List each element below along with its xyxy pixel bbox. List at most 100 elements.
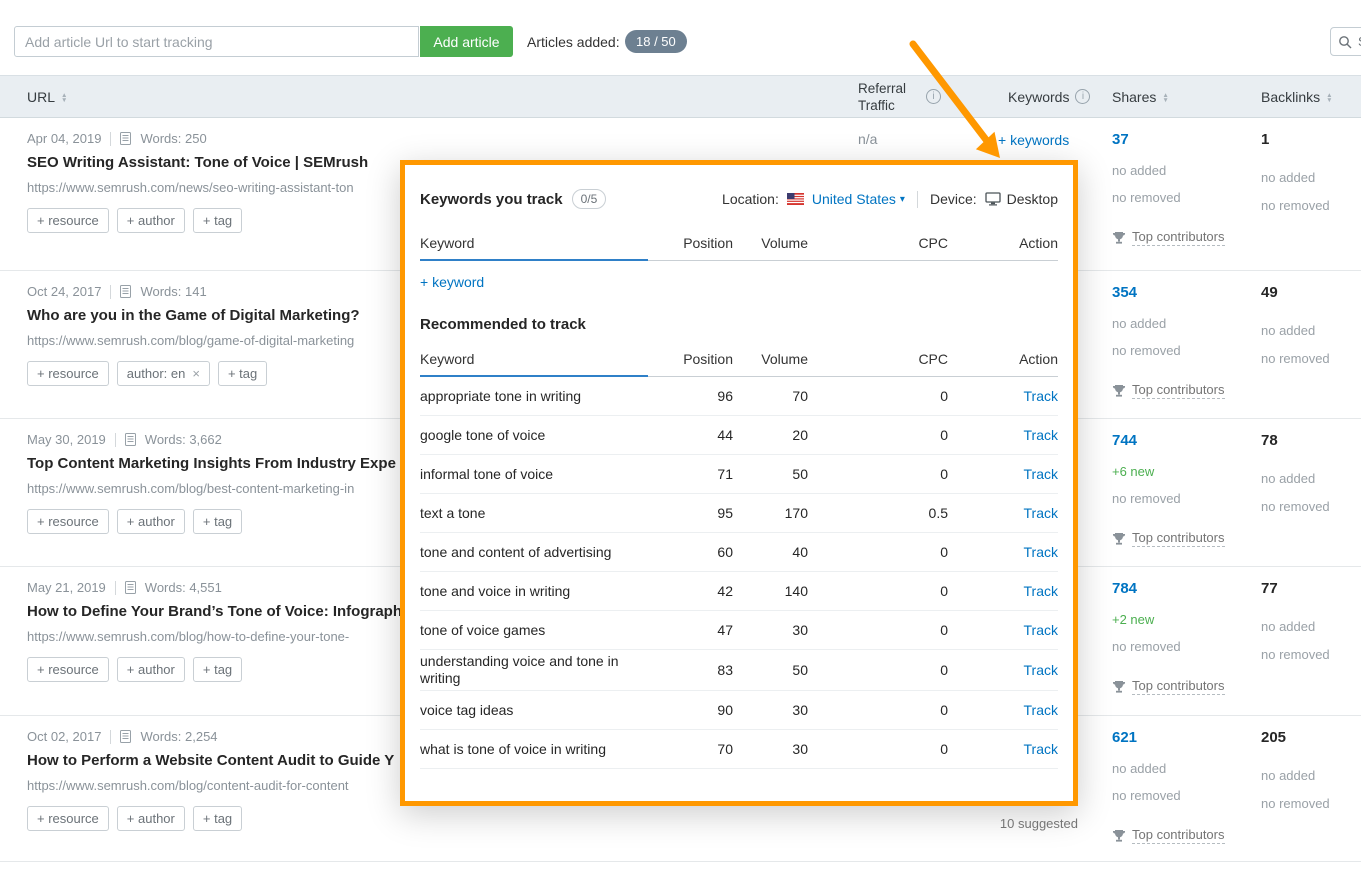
- track-button[interactable]: Track: [948, 427, 1058, 443]
- add-resource-chip[interactable]: + resource: [27, 361, 109, 386]
- add-author-chip[interactable]: + author: [117, 509, 185, 534]
- backlinks-added: no added: [1261, 170, 1315, 185]
- keyword-row: tone of voice games 47 30 0 Track: [420, 611, 1058, 650]
- keyword-cpc: 0: [808, 388, 948, 404]
- top-contributors-link[interactable]: Top contributors: [1112, 827, 1225, 844]
- add-tag-chip[interactable]: + tag: [193, 509, 242, 534]
- shares-count[interactable]: 37: [1112, 131, 1129, 148]
- shares-cell: 621 no added no removed Top contributors: [1112, 716, 1262, 861]
- col-keyword: Keyword: [420, 235, 658, 251]
- add-resource-chip[interactable]: + resource: [27, 208, 109, 233]
- add-resource-chip[interactable]: + resource: [27, 657, 109, 682]
- col-volume: Volume: [733, 351, 808, 367]
- top-contributors-label: Top contributors: [1132, 229, 1225, 246]
- article-words: Words: 2,254: [140, 729, 217, 744]
- track-button[interactable]: Track: [948, 544, 1058, 560]
- article-url: https://www.semrush.com/blog/game-of-dig…: [27, 333, 354, 348]
- add-tag-chip[interactable]: + tag: [218, 361, 267, 386]
- top-contributors-link[interactable]: Top contributors: [1112, 229, 1225, 246]
- column-header-referral-traffic: Referral Traffic: [858, 76, 941, 117]
- track-button[interactable]: Track: [948, 622, 1058, 638]
- backlinks-cell: 49 no added no removed: [1261, 271, 1361, 418]
- add-author-chip[interactable]: + author: [117, 806, 185, 831]
- keyword-position: 70: [658, 741, 733, 757]
- col-volume: Volume: [733, 235, 808, 251]
- shares-count[interactable]: 784: [1112, 580, 1137, 597]
- search-input[interactable]: S: [1330, 27, 1361, 56]
- remove-author-icon[interactable]: ×: [192, 369, 200, 379]
- keyword-text: appropriate tone in writing: [420, 388, 658, 405]
- keyword-row: appropriate tone in writing 96 70 0 Trac…: [420, 377, 1058, 416]
- article-date: Oct 02, 2017: [27, 729, 101, 744]
- track-button[interactable]: Track: [948, 466, 1058, 482]
- sort-backlinks-icon[interactable]: [1326, 91, 1332, 103]
- location-selector[interactable]: United States ▾: [812, 191, 905, 207]
- document-icon: [125, 433, 136, 446]
- sort-shares-icon[interactable]: [1162, 91, 1168, 103]
- divider: [110, 285, 111, 299]
- track-button[interactable]: Track: [948, 662, 1058, 678]
- add-author-chip[interactable]: + author: [117, 208, 185, 233]
- keyword-row: text a tone 95 170 0.5 Track: [420, 494, 1058, 533]
- add-resource-chip[interactable]: + resource: [27, 509, 109, 534]
- article-words: Words: 3,662: [145, 432, 222, 447]
- keyword-position: 42: [658, 583, 733, 599]
- article-url: https://www.semrush.com/blog/content-aud…: [27, 778, 349, 793]
- col-position: Position: [658, 235, 733, 251]
- col-action: Action: [948, 235, 1058, 251]
- sort-url-icon[interactable]: [61, 91, 67, 103]
- article-url-input[interactable]: [14, 26, 419, 57]
- add-tag-chip[interactable]: + tag: [193, 806, 242, 831]
- top-contributors-label: Top contributors: [1132, 827, 1225, 844]
- add-article-button[interactable]: Add article: [420, 26, 513, 57]
- add-tag-chip[interactable]: + tag: [193, 657, 242, 682]
- top-contributors-link[interactable]: Top contributors: [1112, 678, 1225, 695]
- backlinks-cell: 77 no added no removed: [1261, 567, 1361, 715]
- backlinks-cell: 1 no added no removed: [1261, 118, 1361, 270]
- keyword-text: informal tone of voice: [420, 466, 658, 483]
- track-button[interactable]: Track: [948, 741, 1058, 757]
- shares-added: no added: [1112, 316, 1166, 331]
- keyword-volume: 40: [733, 544, 808, 560]
- backlinks-count: 1: [1261, 131, 1269, 148]
- keywords-info-icon[interactable]: [1075, 89, 1090, 104]
- add-tag-chip[interactable]: + tag: [193, 208, 242, 233]
- track-button[interactable]: Track: [948, 583, 1058, 599]
- top-contributors-link[interactable]: Top contributors: [1112, 382, 1225, 399]
- add-resource-chip[interactable]: + resource: [27, 806, 109, 831]
- backlinks-added: no added: [1261, 619, 1315, 634]
- add-keyword-link[interactable]: + keyword: [420, 274, 484, 290]
- divider: [115, 433, 116, 447]
- add-keywords-link[interactable]: + keywords: [998, 132, 1069, 148]
- divider: [115, 581, 116, 595]
- shares-count[interactable]: 744: [1112, 432, 1137, 449]
- device-selector[interactable]: Desktop: [985, 191, 1058, 207]
- track-button[interactable]: Track: [948, 388, 1058, 404]
- desktop-icon: [985, 192, 1001, 206]
- keyword-text: tone and voice in writing: [420, 583, 658, 600]
- shares-count[interactable]: 354: [1112, 284, 1137, 301]
- add-author-chip[interactable]: + author: [117, 657, 185, 682]
- column-header-url: URL: [27, 76, 67, 117]
- top-contributors-link[interactable]: Top contributors: [1112, 530, 1225, 547]
- track-button[interactable]: Track: [948, 505, 1058, 521]
- keyword-volume: 30: [733, 741, 808, 757]
- keyword-cpc: 0: [808, 466, 948, 482]
- article-title: How to Perform a Website Content Audit t…: [27, 752, 394, 769]
- keyword-position: 90: [658, 702, 733, 718]
- keyword-text: text a tone: [420, 505, 658, 522]
- article-meta: May 30, 2019 Words: 3,662: [27, 432, 222, 447]
- keyword-volume: 170: [733, 505, 808, 521]
- keyword-volume: 50: [733, 466, 808, 482]
- keyword-cpc: 0: [808, 741, 948, 757]
- document-icon: [120, 132, 131, 145]
- article-date: Apr 04, 2019: [27, 131, 101, 146]
- shares-count[interactable]: 621: [1112, 729, 1137, 746]
- referral-traffic-info-icon[interactable]: [926, 89, 941, 104]
- track-button[interactable]: Track: [948, 702, 1058, 718]
- author-tag-chip[interactable]: author: en ×: [117, 361, 210, 386]
- top-contributors-label: Top contributors: [1132, 530, 1225, 547]
- keyword-row: voice tag ideas 90 30 0 Track: [420, 691, 1058, 730]
- column-label-referral-traffic: Referral Traffic: [858, 80, 920, 114]
- column-header-shares: Shares: [1112, 76, 1169, 117]
